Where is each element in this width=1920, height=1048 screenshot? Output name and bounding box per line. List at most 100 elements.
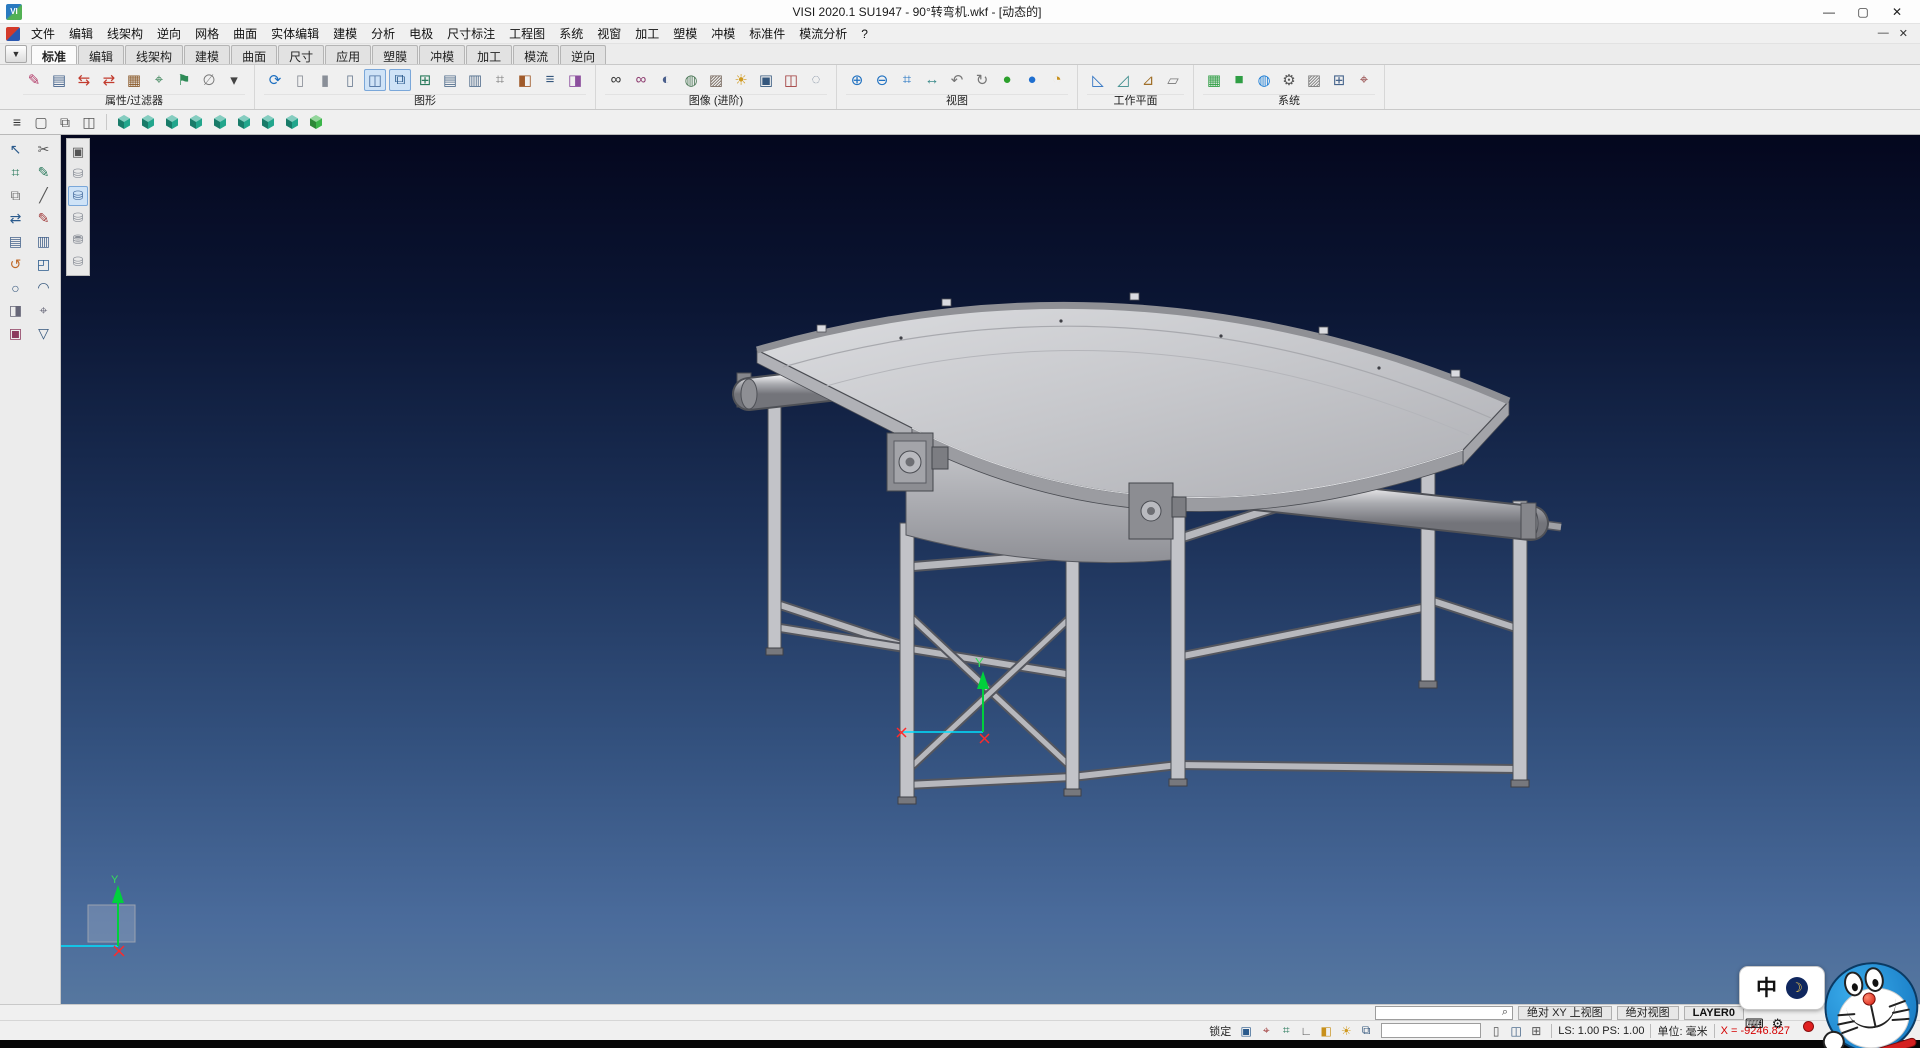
tab-mold-film[interactable]: 塑膜 [372, 45, 418, 64]
ime-settings-icon[interactable]: ⚙ [1772, 1016, 1784, 1032]
search-icon[interactable]: ⌕ [1498, 1006, 1512, 1019]
tab-list-dropdown[interactable]: ▼ [5, 45, 27, 63]
filter-surfaces-icon[interactable]: ⛁ [68, 208, 88, 228]
mdi-minimize-button[interactable]: — [1878, 27, 1889, 40]
zoom-window-icon[interactable]: ⌗ [896, 69, 918, 91]
frame-icon[interactable]: ⌗ [3, 162, 28, 183]
viewport-canvas[interactable]: Y Y [61, 135, 1920, 1004]
coordinate-input[interactable] [1381, 1023, 1481, 1038]
link-icon[interactable]: ⧉ [3, 185, 28, 206]
menu-modeling[interactable]: 建模 [326, 23, 364, 44]
menu-die[interactable]: 冲模 [704, 23, 742, 44]
filter-mesh-icon[interactable]: ⛁ [68, 252, 88, 272]
view-top-icon[interactable] [137, 112, 159, 132]
menu-drawing[interactable]: 工程图 [502, 23, 552, 44]
texture-icon[interactable]: ▨ [705, 69, 727, 91]
workplane-create-icon[interactable]: ◺ [1087, 69, 1109, 91]
tab-reverse[interactable]: 逆向 [560, 45, 606, 64]
workplane-entity-icon[interactable]: ⊿ [1137, 69, 1159, 91]
shading-icon[interactable]: ◐ [655, 69, 677, 91]
record-dot-icon[interactable] [1803, 1021, 1814, 1032]
circle-tool-icon[interactable]: ○ [3, 277, 28, 298]
absolute-view-indicator[interactable]: 绝对视图 [1617, 1006, 1679, 1020]
view-bottom-icon[interactable] [257, 112, 279, 132]
layer-indicator[interactable]: LAYER0 [1684, 1006, 1744, 1020]
world-icon[interactable]: ◍ [1253, 69, 1275, 91]
doraemon-mascot[interactable] [1812, 950, 1920, 1048]
view-quadrant-icon[interactable]: ◔ [1046, 69, 1068, 91]
edit-icon[interactable]: ✎ [31, 208, 56, 229]
zoom-out-icon[interactable]: ⊖ [871, 69, 893, 91]
wireframe-display-icon[interactable]: ▯ [289, 69, 311, 91]
view-left-icon[interactable] [209, 112, 231, 132]
select-icon[interactable]: ↖ [3, 139, 28, 160]
menu-edit[interactable]: 编辑 [62, 23, 100, 44]
view-glasses-icon[interactable]: ∞ [605, 69, 627, 91]
mdi-close-button[interactable]: ✕ [1899, 27, 1908, 40]
menu-analysis[interactable]: 分析 [364, 23, 402, 44]
menu-standard-parts[interactable]: 标准件 [742, 23, 792, 44]
menu-system[interactable]: 系统 [552, 23, 590, 44]
hatch-icon[interactable]: ▨ [1303, 69, 1325, 91]
tab-edit[interactable]: 编辑 [78, 45, 124, 64]
sheet-icon[interactable]: ▥ [31, 231, 56, 252]
snapshot-icon[interactable]: ▣ [755, 69, 777, 91]
flag-filter-icon[interactable]: ⚑ [173, 69, 195, 91]
render-glasses-icon[interactable]: ∞ [630, 69, 652, 91]
modify-attributes-icon[interactable]: ✎ [23, 69, 45, 91]
color-table-icon[interactable]: ◧ [514, 69, 536, 91]
tab-machining[interactable]: 加工 [466, 45, 512, 64]
profile-icon[interactable]: ▯ [1487, 1023, 1505, 1039]
print-icon[interactable]: ▤ [3, 231, 28, 252]
menu-machining[interactable]: 加工 [628, 23, 666, 44]
menu-file[interactable]: 文件 [24, 23, 62, 44]
grid-snap-icon[interactable]: ⌗ [1277, 1023, 1295, 1039]
copy-attributes-icon[interactable]: ⇆ [73, 69, 95, 91]
export-icon[interactable]: ▽ [31, 323, 56, 344]
menu-flow-analysis[interactable]: 模流分析 [792, 23, 854, 44]
workplane-off-icon[interactable]: ▱ [1162, 69, 1184, 91]
rotate-view-icon[interactable]: ↻ [971, 69, 993, 91]
system-cube-icon[interactable]: ■ [1228, 69, 1250, 91]
osnap-icon[interactable]: ⌖ [1257, 1023, 1275, 1039]
filter-options-icon[interactable]: ▾ [223, 69, 245, 91]
previous-view-icon[interactable]: ↶ [946, 69, 968, 91]
layers-icon[interactable]: ⧉ [389, 69, 411, 91]
ime-language-indicator[interactable]: 中 [1756, 978, 1777, 999]
highlight-icon[interactable]: ◨ [564, 69, 586, 91]
save-state-icon[interactable]: ◫ [1507, 1023, 1525, 1039]
view-back-icon[interactable] [185, 112, 207, 132]
menu-surface[interactable]: 曲面 [226, 23, 264, 44]
match-attributes-icon[interactable]: ⇄ [98, 69, 120, 91]
materials-icon[interactable]: ◍ [680, 69, 702, 91]
color-palette-icon[interactable]: ▦ [1203, 69, 1225, 91]
pan-view-icon[interactable]: ↔ [921, 69, 943, 91]
close-button[interactable]: ✕ [1880, 1, 1914, 23]
light-toggle-icon[interactable]: ☀ [1337, 1023, 1355, 1039]
menu-mold[interactable]: 塑模 [666, 23, 704, 44]
zoom-in-icon[interactable]: ⊕ [846, 69, 868, 91]
view-mode-indicator[interactable]: 绝对 XY 上视图 [1518, 1006, 1612, 1020]
dynamic-view-icon[interactable]: ◫ [364, 69, 386, 91]
move-icon[interactable]: ⇄ [3, 208, 28, 229]
single-view-icon[interactable]: ▢ [30, 112, 52, 132]
view-front-icon[interactable] [161, 112, 183, 132]
filter-curves-icon[interactable]: ⛁ [68, 186, 88, 206]
color-mode-icon[interactable]: ◧ [1317, 1023, 1335, 1039]
menu-help[interactable]: ? [854, 25, 875, 43]
line-style-icon[interactable]: ≡ [539, 69, 561, 91]
menu-wireframe[interactable]: 线架构 [100, 23, 150, 44]
sphere-blue-icon[interactable]: ● [1021, 69, 1043, 91]
layer-new-icon[interactable]: ⊞ [414, 69, 436, 91]
tab-flow[interactable]: 模流 [513, 45, 559, 64]
undo-icon[interactable]: ↺ [3, 254, 28, 275]
trim-icon[interactable]: ✂ [31, 139, 56, 160]
filter-solids-icon[interactable]: ⛃ [68, 230, 88, 250]
lock-label[interactable]: 锁定 [1209, 1023, 1231, 1039]
shade-toggle-icon[interactable]: ◨ [3, 300, 28, 321]
tab-modeling[interactable]: 建模 [184, 45, 230, 64]
stamp-icon[interactable]: ▣ [3, 323, 28, 344]
filter-points-icon[interactable]: ⛁ [68, 164, 88, 184]
tab-dimension[interactable]: 尺寸 [278, 45, 324, 64]
tile-views-icon[interactable]: ◫ [78, 112, 100, 132]
